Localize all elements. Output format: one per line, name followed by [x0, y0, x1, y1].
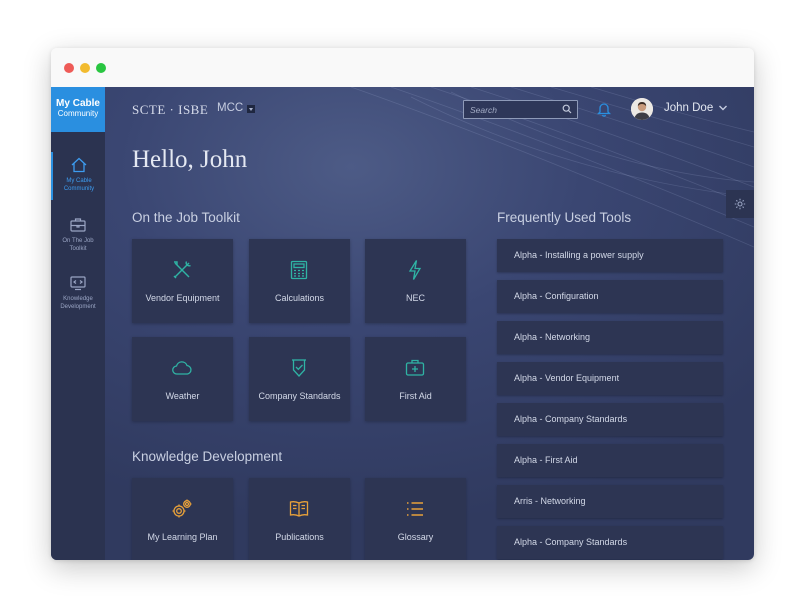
chevron-down-icon[interactable]	[247, 105, 255, 113]
tile-glossary[interactable]: Glossary	[365, 478, 466, 560]
tool-label: Alpha - Vendor Equipment	[514, 373, 620, 383]
sidebar-item-knowledge-development[interactable]: Knowledge Development	[51, 270, 105, 318]
home-icon	[71, 157, 87, 173]
calculator-icon	[290, 260, 308, 280]
browser-window: My Cable Community My Cable Community On…	[51, 48, 754, 560]
cloud-icon	[172, 361, 192, 375]
window-titlebar	[51, 48, 754, 88]
section-title-toolkit: On the Job Toolkit	[132, 210, 240, 225]
sidebar-item-label: Toolkit	[69, 246, 87, 252]
badge-check-icon	[292, 359, 306, 377]
tool-label: Alpha - Networking	[514, 332, 591, 342]
user-name[interactable]: John Doe	[664, 102, 713, 114]
tile-label: First Aid	[399, 391, 432, 401]
search-box	[463, 100, 578, 119]
frequent-tool-item[interactable]: Arris - Networking	[497, 485, 723, 518]
tile-weather[interactable]: Weather	[132, 337, 233, 421]
page-greeting: Hello, John	[132, 146, 248, 173]
tool-label: Alpha - Installing a power supply	[514, 250, 644, 260]
tools-icon	[173, 261, 191, 279]
sidebar-item-label: On The Job	[62, 238, 94, 244]
sidebar-item-label: My Cable	[66, 178, 92, 184]
search-icon[interactable]	[562, 104, 572, 114]
app-viewport: My Cable Community My Cable Community On…	[51, 87, 754, 560]
sidebar-item-label: Development	[60, 304, 96, 310]
gear-icon	[734, 198, 746, 210]
tile-first-aid[interactable]: First Aid	[365, 337, 466, 421]
lightning-icon	[408, 260, 422, 280]
section-title-frequent-tools: Frequently Used Tools	[497, 210, 632, 225]
sidebar-item-label: Knowledge	[63, 296, 93, 302]
open-book-icon	[289, 501, 309, 517]
frequent-tool-item[interactable]: Alpha - Networking	[497, 321, 723, 354]
tile-label: Calculations	[274, 293, 325, 303]
sidebar-item-label: Community	[63, 186, 95, 192]
tile-label: Vendor Equipment	[145, 293, 220, 303]
brand-logo[interactable]: My Cable Community	[51, 87, 105, 132]
tile-label: Weather	[165, 391, 200, 401]
list-icon	[407, 502, 423, 516]
gears-icon	[172, 499, 192, 518]
tile-label: NEC	[405, 293, 425, 303]
first-aid-kit-icon	[405, 359, 425, 376]
tile-nec[interactable]: NEC	[365, 239, 466, 323]
tool-label: Alpha - Company Standards	[514, 414, 628, 424]
tile-label: Company Standards	[258, 391, 341, 401]
search-input[interactable]	[464, 101, 562, 118]
tile-company-standards[interactable]: Company Standards	[249, 337, 350, 421]
minimize-window-button[interactable]	[80, 63, 90, 73]
frequent-tool-item[interactable]: Alpha - Company Standards	[497, 526, 723, 559]
sidebar-item-on-the-job-toolkit[interactable]: On The Job Toolkit	[51, 212, 105, 260]
tile-calculations[interactable]: Calculations	[249, 239, 350, 323]
maximize-window-button[interactable]	[96, 63, 106, 73]
sidebar: My Cable Community My Cable Community On…	[51, 87, 105, 560]
tile-vendor-equipment[interactable]: Vendor Equipment	[132, 239, 233, 323]
tool-label: Arris - Networking	[514, 496, 586, 506]
section-title-knowledge: Knowledge Development	[132, 449, 283, 464]
tool-label: Alpha - Configuration	[514, 291, 599, 301]
code-screen-icon	[70, 276, 86, 291]
tile-my-learning-plan[interactable]: My Learning Plan	[132, 478, 233, 560]
frequent-tool-item[interactable]: Alpha - First Aid	[497, 444, 723, 477]
sidebar-item-my-cable-community[interactable]: My Cable Community	[51, 152, 105, 200]
user-avatar[interactable]	[631, 98, 653, 120]
settings-tab[interactable]	[726, 190, 754, 218]
scte-isbe-logo[interactable]: SCTE · ISBE	[132, 102, 208, 118]
tile-label: Glossary	[397, 532, 434, 542]
tile-label: My Learning Plan	[147, 532, 218, 542]
tool-label: Alpha - Company Standards	[514, 537, 628, 547]
frequent-tool-item[interactable]: Alpha - Company Standards	[497, 403, 723, 436]
frequent-tool-item[interactable]: Alpha - Configuration	[497, 280, 723, 313]
organization-selector[interactable]: MCC	[217, 102, 243, 114]
tile-label: Publications	[275, 532, 324, 542]
brand-line2: Community	[57, 109, 99, 118]
toolbox-icon	[70, 218, 86, 232]
bell-notification-icon[interactable]	[597, 101, 611, 117]
chevron-down-icon[interactable]	[718, 103, 728, 113]
tile-publications[interactable]: Publications	[249, 478, 350, 560]
frequent-tool-item[interactable]: Alpha - Installing a power supply	[497, 239, 723, 272]
close-window-button[interactable]	[64, 63, 74, 73]
frequent-tool-item[interactable]: Alpha - Vendor Equipment	[497, 362, 723, 395]
person-photo-icon	[631, 98, 653, 120]
tool-label: Alpha - First Aid	[514, 455, 578, 465]
brand-line1: My Cable	[56, 98, 100, 109]
